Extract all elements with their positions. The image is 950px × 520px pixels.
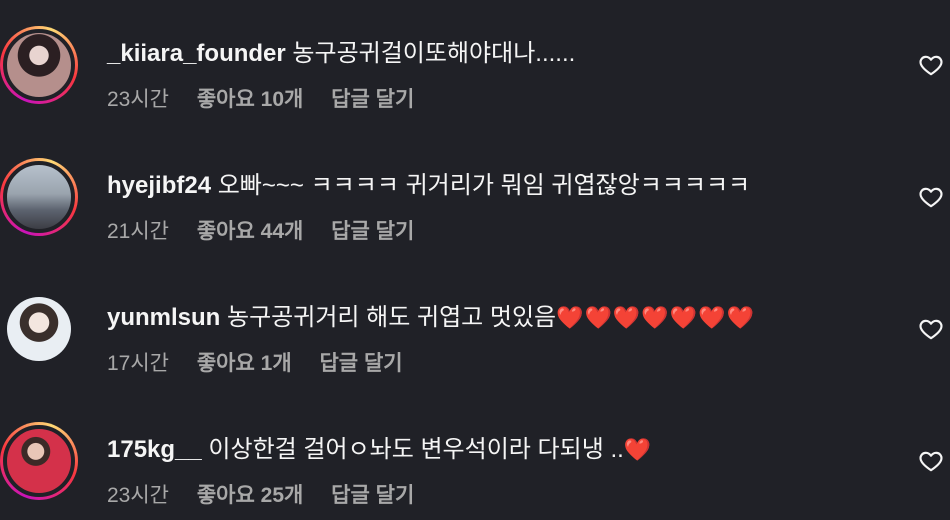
comment-likes[interactable]: 좋아요 1개 <box>197 352 292 375</box>
comment-time[interactable]: 23시간 <box>107 88 169 111</box>
comment-body: hyejibf24 오빠~~~ ㅋㅋㅋㅋ 귀거리가 뭐임 귀엽잖앙ㅋㅋㅋㅋㅋ <box>107 170 750 202</box>
comment-text: 농구공귀거리 해도 귀엽고 멋있음 <box>227 304 557 331</box>
comment-time[interactable]: 21시간 <box>107 220 169 243</box>
heart-outline-icon <box>919 187 943 208</box>
avatar-story-ring[interactable] <box>0 158 78 236</box>
comment-time[interactable]: 23시간 <box>107 484 169 507</box>
comment-likes[interactable]: 좋아요 10개 <box>197 88 303 111</box>
comment-list: _kiiara_founder 농구공귀걸이또해야대나...... 23시간 좋… <box>0 0 950 520</box>
comment-emoji: ❤️ <box>623 437 653 462</box>
comment-body: _kiiara_founder 농구공귀걸이또해야대나...... <box>107 38 575 70</box>
comment-meta: 17시간 좋아요 1개 답글 달기 <box>107 350 425 378</box>
comment-username[interactable]: _kiiara_founder <box>107 40 286 67</box>
heart-outline-icon <box>919 319 943 340</box>
avatar-story-ring[interactable] <box>0 422 78 500</box>
reply-button[interactable]: 답글 달기 <box>331 88 414 111</box>
comment-likes[interactable]: 좋아요 44개 <box>197 220 303 243</box>
comment-time[interactable]: 17시간 <box>107 352 169 375</box>
reply-button[interactable]: 답글 달기 <box>319 352 402 375</box>
comment-username[interactable]: 175kg__ <box>107 436 202 463</box>
comment-meta: 23시간 좋아요 25개 답글 달기 <box>107 482 436 510</box>
avatar[interactable] <box>7 297 71 361</box>
avatar[interactable] <box>3 161 75 233</box>
avatar-story-ring[interactable] <box>0 26 78 104</box>
like-button[interactable] <box>918 448 944 474</box>
comment-item: _kiiara_founder 농구공귀걸이또해야대나...... 23시간 좋… <box>0 0 950 130</box>
comment-item: yunmlsun 농구공귀거리 해도 귀엽고 멋있음❤️❤️❤️❤️❤️❤️❤️… <box>0 264 950 394</box>
comment-username[interactable]: yunmlsun <box>107 304 220 331</box>
comment-emoji: ❤️❤️❤️❤️❤️❤️❤️ <box>556 305 755 330</box>
comment-likes[interactable]: 좋아요 25개 <box>197 484 303 507</box>
comment-item: 175kg__ 이상한걸 걸어ㅇ놔도 변우석이라 다되냉 ..❤️ 23시간 좋… <box>0 396 950 520</box>
like-button[interactable] <box>918 316 944 342</box>
avatar[interactable] <box>3 29 75 101</box>
like-button[interactable] <box>918 184 944 210</box>
comment-body: yunmlsun 농구공귀거리 해도 귀엽고 멋있음❤️❤️❤️❤️❤️❤️❤️ <box>107 302 755 334</box>
comment-item: hyejibf24 오빠~~~ ㅋㅋㅋㅋ 귀거리가 뭐임 귀엽잖앙ㅋㅋㅋㅋㅋ 2… <box>0 132 950 262</box>
heart-outline-icon <box>919 451 943 472</box>
comment-meta: 21시간 좋아요 44개 답글 달기 <box>107 218 436 246</box>
comment-text: 농구공귀걸이또해야대나...... <box>292 40 576 67</box>
avatar-wrapper[interactable] <box>0 290 78 368</box>
comment-text: 오빠~~~ ㅋㅋㅋㅋ 귀거리가 뭐임 귀엽잖앙ㅋㅋㅋㅋㅋ <box>217 172 751 199</box>
comment-meta: 23시간 좋아요 10개 답글 달기 <box>107 86 436 114</box>
comment-body: 175kg__ 이상한걸 걸어ㅇ놔도 변우석이라 다되냉 ..❤️ <box>107 434 652 466</box>
avatar[interactable] <box>3 425 75 497</box>
comment-text: 이상한걸 걸어ㅇ놔도 변우석이라 다되냉 .. <box>208 436 624 463</box>
like-button[interactable] <box>918 52 944 78</box>
reply-button[interactable]: 답글 달기 <box>331 484 414 507</box>
comment-username[interactable]: hyejibf24 <box>107 172 211 199</box>
reply-button[interactable]: 답글 달기 <box>331 220 414 243</box>
heart-outline-icon <box>919 55 943 76</box>
